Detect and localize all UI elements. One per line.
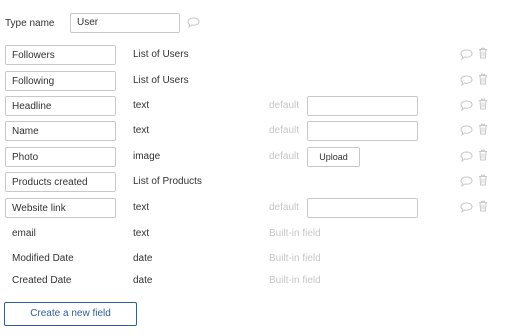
field-type: text [133, 228, 150, 239]
trash-icon[interactable] [478, 73, 488, 88]
default-value-input[interactable] [307, 96, 418, 116]
builtin-field-label: Built-in field [269, 253, 321, 264]
type-name-label: Type name [5, 18, 55, 29]
field-row: Followers List of Users [0, 45, 512, 67]
field-row: Photo image default Upload [0, 147, 512, 169]
field-type: date [133, 275, 153, 286]
field-name-input[interactable]: Followers [5, 45, 116, 65]
field-name: Created Date [12, 275, 72, 286]
comment-icon[interactable] [460, 125, 473, 139]
comment-icon[interactable] [460, 75, 473, 89]
field-row: Following List of Users [0, 71, 512, 93]
field-type: date [133, 253, 153, 264]
field-name-input[interactable]: Following [5, 71, 116, 91]
trash-icon[interactable] [478, 149, 488, 164]
default-value-input[interactable] [307, 198, 418, 218]
field-type: text [133, 202, 150, 213]
field-name-input[interactable]: Photo [5, 147, 116, 167]
default-label: default [269, 202, 300, 213]
field-name: email [12, 228, 36, 239]
trash-icon[interactable] [478, 200, 488, 215]
trash-icon[interactable] [478, 174, 488, 189]
field-row: Created Date date Built-in field [0, 271, 512, 293]
field-name-input[interactable]: Website link [5, 198, 116, 218]
comment-icon[interactable] [187, 17, 200, 28]
type-name-input[interactable]: User [70, 13, 180, 33]
field-row: Headline text default [0, 96, 512, 118]
comment-icon[interactable] [460, 176, 473, 190]
field-name-input[interactable]: Name [5, 121, 116, 141]
field-row: email text Built-in field [0, 224, 512, 246]
comment-icon[interactable] [460, 100, 473, 114]
field-type: text [133, 100, 150, 111]
field-name-input[interactable]: Products created [5, 172, 116, 192]
field-type: List of Users [133, 49, 189, 60]
default-label: default [269, 125, 300, 136]
default-value-input[interactable] [307, 121, 418, 141]
builtin-field-label: Built-in field [269, 275, 321, 286]
default-label: default [269, 100, 300, 111]
comment-icon[interactable] [460, 49, 473, 63]
comment-icon[interactable] [460, 202, 473, 216]
field-type: image [133, 151, 161, 162]
field-name-input[interactable]: Headline [5, 96, 116, 116]
field-row: Modified Date date Built-in field [0, 249, 512, 271]
field-type: List of Users [133, 75, 189, 86]
field-row: Products created List of Products [0, 172, 512, 194]
builtin-field-label: Built-in field [269, 228, 321, 239]
trash-icon[interactable] [478, 98, 488, 113]
trash-icon[interactable] [478, 123, 488, 138]
create-new-field-button[interactable]: Create a new field [4, 302, 137, 326]
comment-icon[interactable] [460, 151, 473, 165]
field-row: Name text default [0, 121, 512, 143]
field-row: Website link text default [0, 198, 512, 220]
default-label: default [269, 151, 300, 162]
field-type: List of Products [133, 176, 202, 187]
upload-button[interactable]: Upload [307, 147, 360, 167]
trash-icon[interactable] [478, 47, 488, 62]
field-type: text [133, 125, 150, 136]
field-name: Modified Date [12, 253, 74, 264]
